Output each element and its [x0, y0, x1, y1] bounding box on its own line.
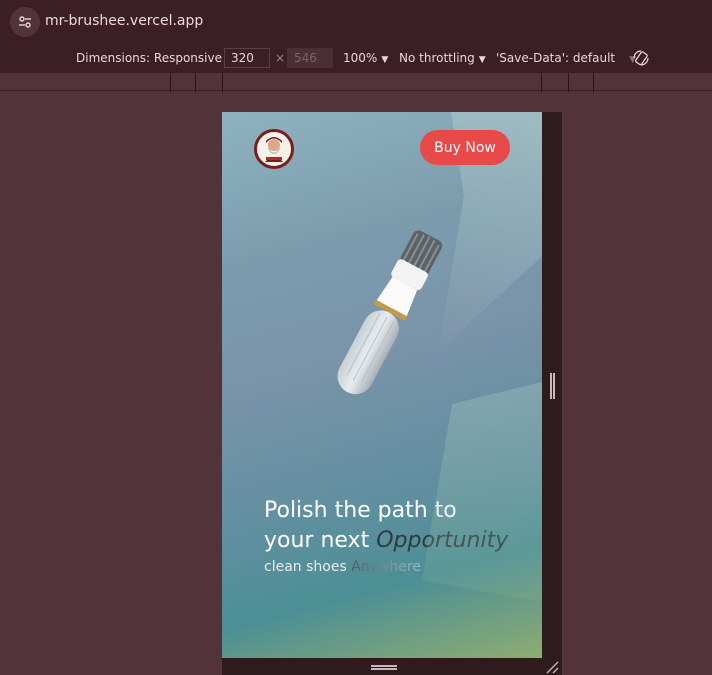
headline-prefix: your next [264, 528, 377, 553]
rotate-button[interactable] [632, 49, 650, 70]
shoe-brush-image [337, 230, 443, 395]
subtitle-animated-word: Anywhere [351, 559, 421, 575]
mq-divider [222, 73, 223, 92]
hero-subtitle: clean shoes Anywhere [264, 559, 421, 575]
brand-logo[interactable] [254, 129, 294, 169]
zoom-dropdown[interactable]: 100% ▼ [343, 51, 388, 65]
save-data-label: 'Save-Data': default [496, 51, 616, 65]
save-data-dropdown[interactable]: 'Save-Data': default ▼ [496, 51, 636, 65]
media-query-bar[interactable] [0, 72, 712, 92]
mq-divider [541, 73, 542, 92]
page-viewport: Buy Now Polish the path to your next Opp… [222, 112, 542, 658]
mq-divider [195, 73, 196, 92]
address-bar: mr-brushee.vercel.app [0, 0, 712, 44]
times-sign: × [275, 51, 286, 65]
throttling-dropdown[interactable]: No throttling ▼ [399, 51, 486, 65]
caret-down-icon: ▼ [478, 55, 486, 65]
caret-down-icon: ▼ [381, 55, 389, 65]
mq-divider [568, 73, 569, 92]
mascot-logo-icon [258, 133, 290, 165]
rotate-icon [633, 50, 649, 66]
zoom-label: 100% [343, 51, 378, 65]
tune-icon [19, 16, 31, 28]
site-info-button[interactable] [10, 7, 40, 37]
dimensions-dropdown[interactable]: Dimensions: Responsive▼ [76, 51, 233, 65]
mq-divider [593, 73, 594, 92]
url-text[interactable]: mr-brushee.vercel.app [45, 13, 203, 29]
height-input[interactable]: 546 [287, 48, 333, 68]
right-resize-handle[interactable] [550, 373, 555, 399]
throttling-label: No throttling [399, 51, 475, 65]
width-input[interactable]: 320 [224, 48, 270, 68]
subtitle-prefix: clean shoes [264, 559, 352, 575]
dimensions-label: Dimensions: Responsive [76, 51, 222, 65]
corner-resize-icon[interactable] [544, 660, 560, 674]
buy-now-button[interactable]: Buy Now [420, 130, 510, 165]
hero-headline: Polish the path to your next Opportunity [264, 496, 534, 556]
headline-line-1: Polish the path to [264, 498, 457, 523]
headline-line-2: your next Opportunity [264, 526, 534, 556]
headline-emphasis: Opportunity [376, 528, 509, 553]
mq-divider [170, 73, 171, 92]
bottom-resize-handle[interactable] [371, 665, 397, 670]
device-toolbar: Dimensions: Responsive▼ 320 × 546 100%▼ … [0, 44, 712, 72]
